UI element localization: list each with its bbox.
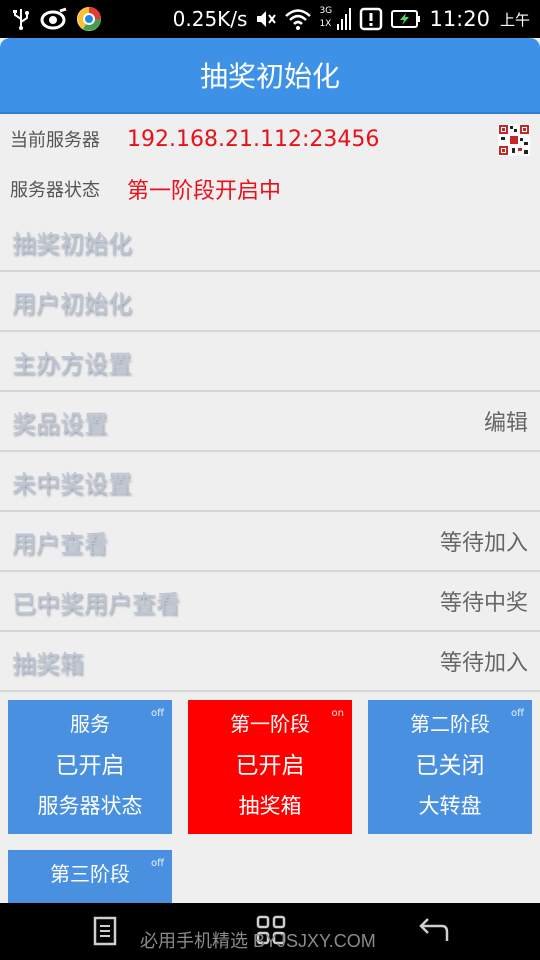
edit-link[interactable]: 编辑 xyxy=(484,405,528,437)
server-label: 当前服务器 xyxy=(10,130,100,151)
tile-stage-one[interactable]: on 第一阶段 已开启 抽奖箱 xyxy=(188,700,352,834)
menu-list: 抽奖初始化 用户初始化 主办方设置 奖品设置 编辑 未中奖设置 用户查看 等待加… xyxy=(0,212,540,692)
menu-item-view-users[interactable]: 用户查看 等待加入 xyxy=(0,512,540,572)
menu-item-label: 抽奖箱 xyxy=(12,649,84,678)
menu-item-lottery-init[interactable]: 抽奖初始化 xyxy=(0,212,540,272)
clock-time: 11:20 xyxy=(429,7,490,31)
app-icon xyxy=(38,7,68,31)
menu-item-label: 用户初始化 xyxy=(12,289,132,318)
server-status-row: 服务器状态 第一阶段开启中 xyxy=(0,164,540,214)
menu-item-no-prize-settings[interactable]: 未中奖设置 xyxy=(0,452,540,512)
tile-service[interactable]: off 服务 已开启 服务器状态 xyxy=(8,700,172,834)
back-icon[interactable] xyxy=(418,915,450,949)
qr-code-icon[interactable] xyxy=(498,124,530,156)
network-speed: 0.25K/s xyxy=(172,7,248,31)
clock-ampm: 上午 xyxy=(499,10,530,29)
menu-item-prize-settings[interactable]: 奖品设置 编辑 xyxy=(0,392,540,452)
menu-item-status: 等待加入 xyxy=(439,651,528,676)
tile-title: 服务 xyxy=(70,712,110,736)
tile-title: 第三阶段 xyxy=(50,862,130,886)
status-bar: 0.25K/s 3G 1X 11:20 上午 xyxy=(0,0,540,38)
status-label: 服务器状态 xyxy=(10,180,100,201)
tile-state: 已关闭 xyxy=(415,753,485,779)
title-bar: 抽奖初始化 xyxy=(0,38,540,112)
usb-icon xyxy=(12,7,30,31)
tile-title: 第二阶段 xyxy=(410,712,490,736)
menu-item-organizer-settings[interactable]: 主办方设置 xyxy=(0,332,540,392)
menu-item-label: 奖品设置 xyxy=(12,409,108,438)
tile-subtitle: 大转盘 xyxy=(418,794,482,818)
mute-icon xyxy=(255,9,277,29)
status-value: 第一阶段开启中 xyxy=(127,179,282,204)
menu-item-status: 等待中奖 xyxy=(439,591,528,616)
menu-item-label: 已中奖用户查看 xyxy=(12,589,180,618)
tile-subtitle: 服务器状态 xyxy=(37,794,143,818)
tile-stage-two[interactable]: off 第二阶段 已关闭 大转盘 xyxy=(368,700,532,834)
menu-item-status: 等待加入 xyxy=(439,531,528,556)
tile-title: 第一阶段 xyxy=(230,712,310,736)
page-title: 抽奖初始化 xyxy=(199,60,340,93)
browser-icon xyxy=(76,6,102,32)
menu-item-view-winners[interactable]: 已中奖用户查看 等待中奖 xyxy=(0,572,540,632)
menu-item-label: 未中奖设置 xyxy=(12,469,132,498)
menu-item-label: 用户查看 xyxy=(12,529,108,558)
alert-icon xyxy=(359,7,383,31)
tile-state: 已开启 xyxy=(55,753,125,779)
wifi-icon xyxy=(285,8,312,30)
signal-icon: 3G 1X xyxy=(319,6,352,32)
server-value: 192.168.21.112:23456 xyxy=(127,126,380,152)
menu-item-user-init[interactable]: 用户初始化 xyxy=(0,272,540,332)
tile-state: 已开启 xyxy=(235,753,305,779)
server-row: 当前服务器 192.168.21.112:23456 xyxy=(0,114,540,164)
menu-item-label: 主办方设置 xyxy=(12,349,132,378)
menu-icon[interactable] xyxy=(92,915,118,951)
battery-charging-icon xyxy=(391,9,421,29)
menu-item-label: 抽奖初始化 xyxy=(12,229,132,258)
watermark-text: 必用手机精选 BYJSJXY.COM xyxy=(140,931,376,951)
tile-subtitle: 抽奖箱 xyxy=(238,794,302,818)
menu-item-lottery-box[interactable]: 抽奖箱 等待加入 xyxy=(0,632,540,692)
